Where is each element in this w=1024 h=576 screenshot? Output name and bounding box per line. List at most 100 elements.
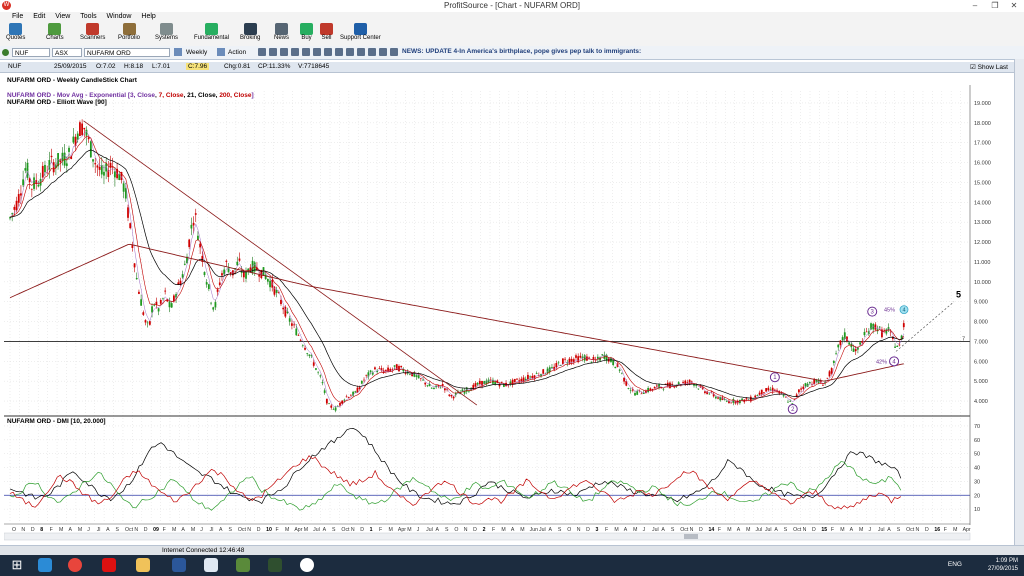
price-tick-label: 4.000 — [974, 399, 988, 405]
taskbar-word[interactable] — [166, 557, 192, 574]
right-side-panel[interactable] — [1014, 59, 1024, 547]
toolbar-charts-button[interactable]: Charts — [46, 23, 64, 41]
menu-file[interactable]: File — [8, 12, 27, 22]
tool-icon[interactable] — [368, 48, 376, 56]
tool-icon[interactable] — [324, 48, 332, 56]
tool-icon[interactable] — [280, 48, 288, 56]
windows-taskbar: ⊞ ENG 1:09 PM 27/09/2015 — [0, 555, 1024, 576]
toolbar-buy-button[interactable]: Buy — [300, 23, 313, 41]
candle-body — [240, 271, 243, 273]
candle-body — [291, 323, 293, 326]
close-button[interactable]: ✕ — [1005, 0, 1023, 11]
candle-body — [238, 258, 241, 261]
taskbar-doc[interactable] — [198, 557, 224, 574]
tool-icon[interactable] — [302, 48, 310, 56]
toolbar-label: Support Center — [340, 35, 381, 41]
toolbar-support-center-button[interactable]: Support Center — [340, 23, 381, 41]
clock[interactable]: 1:09 PM 27/09/2015 — [988, 557, 1018, 573]
security-name-field[interactable]: NUFARM ORD — [84, 48, 170, 57]
taskbar-chrome[interactable] — [62, 557, 88, 574]
menu-edit[interactable]: Edit — [29, 12, 49, 22]
candle-body — [312, 362, 315, 366]
maximize-button[interactable]: ❐ — [986, 0, 1004, 11]
candle-body — [218, 282, 221, 286]
period-select[interactable]: Weekly — [184, 48, 218, 57]
candle-body — [555, 363, 558, 368]
menu-view[interactable]: View — [51, 12, 74, 22]
show-last-checkbox[interactable]: ☑ Show Last — [970, 63, 1008, 71]
candle-body — [765, 388, 768, 392]
menu-tools[interactable]: Tools — [76, 12, 100, 22]
symbol-input[interactable]: NUF — [12, 48, 50, 57]
menu-window[interactable]: Window — [103, 12, 136, 22]
x-tick-label: D — [586, 527, 590, 533]
tool-icon[interactable] — [390, 48, 398, 56]
x-tick-label: A — [181, 527, 185, 533]
start-button[interactable]: ⊞ — [4, 557, 30, 574]
windows-logo-icon: ⊞ — [10, 557, 24, 572]
x-tick-label: A — [624, 527, 628, 533]
tool-icon[interactable] — [335, 48, 343, 56]
candle-body — [109, 162, 112, 168]
taskbar-profitsource[interactable] — [294, 557, 320, 574]
minimize-button[interactable]: – — [966, 0, 984, 11]
language-indicator[interactable]: ENG — [948, 561, 962, 568]
candle-body — [266, 278, 269, 282]
toolbar-sell-button[interactable]: Sell — [320, 23, 333, 41]
toolbar-systems-button[interactable]: Systems — [155, 23, 178, 41]
x-tick-label: 8 — [40, 527, 43, 533]
candle-body — [50, 155, 53, 158]
candle-body — [188, 239, 191, 248]
x-tick-label: Oct — [680, 527, 689, 533]
dmi-tick-label: 50 — [974, 452, 980, 458]
toolbar-news-button[interactable]: News — [274, 23, 289, 41]
taskbar-app-k[interactable] — [96, 557, 122, 574]
candle-body — [295, 328, 298, 336]
candle-body — [113, 171, 116, 178]
photos-icon — [236, 558, 250, 572]
x-tick-label: N — [247, 527, 251, 533]
candle-body — [17, 194, 20, 203]
tool-icon[interactable] — [357, 48, 365, 56]
exchange-select[interactable]: ASX — [52, 48, 82, 57]
tool-icon[interactable] — [269, 48, 277, 56]
toolbar-scanners-button[interactable]: Scanners — [80, 23, 105, 41]
toolbar-broking-button[interactable]: Broking — [240, 23, 260, 41]
price-chart[interactable]: 712345445%42% 19.00018.00017.00016.00015… — [4, 73, 1014, 545]
taskbar-green[interactable] — [262, 557, 288, 574]
taskbar-explorer[interactable] — [130, 557, 156, 574]
candle-body — [151, 306, 153, 313]
menu-help[interactable]: Help — [137, 12, 159, 22]
candle-body — [24, 168, 27, 171]
candle-body — [575, 355, 577, 358]
toolbar-portfolio-button[interactable]: Portfolio — [118, 23, 140, 41]
candle-body — [409, 374, 411, 375]
candle-body — [384, 369, 387, 371]
x-tick-label: N — [916, 527, 920, 533]
candle-body — [769, 389, 772, 391]
toolbar-label: Systems — [155, 35, 179, 41]
x-tick-label: M — [614, 527, 618, 533]
taskbar-ie[interactable] — [32, 557, 58, 574]
x-tick-label: Jul — [756, 527, 763, 533]
candle-body — [478, 380, 481, 385]
tool-icon[interactable] — [313, 48, 321, 56]
tool-icon[interactable] — [379, 48, 387, 56]
document-icon — [204, 558, 218, 572]
tool-icon[interactable] — [258, 48, 266, 56]
news-ticker[interactable]: NEWS: UPDATE 4-In America's birthplace, … — [402, 48, 641, 55]
x-tick-label: O — [454, 527, 458, 533]
toolbar-fundamental-button[interactable]: Fundamental — [194, 23, 229, 41]
toolbar-quotes-button[interactable]: Quotes — [6, 23, 25, 41]
action-menu[interactable]: Action — [226, 48, 256, 57]
tool-icon[interactable] — [291, 48, 299, 56]
x-tick-label: 1 — [370, 527, 373, 533]
x-tick-label: N — [577, 527, 581, 533]
candle-body — [850, 343, 853, 348]
x-tick-label: D — [360, 527, 364, 533]
tool-icon[interactable] — [346, 48, 354, 56]
candle-body — [275, 290, 278, 293]
quote-open: O:7.02 — [96, 63, 116, 70]
candle-body — [502, 384, 505, 387]
taskbar-photos[interactable] — [230, 557, 256, 574]
